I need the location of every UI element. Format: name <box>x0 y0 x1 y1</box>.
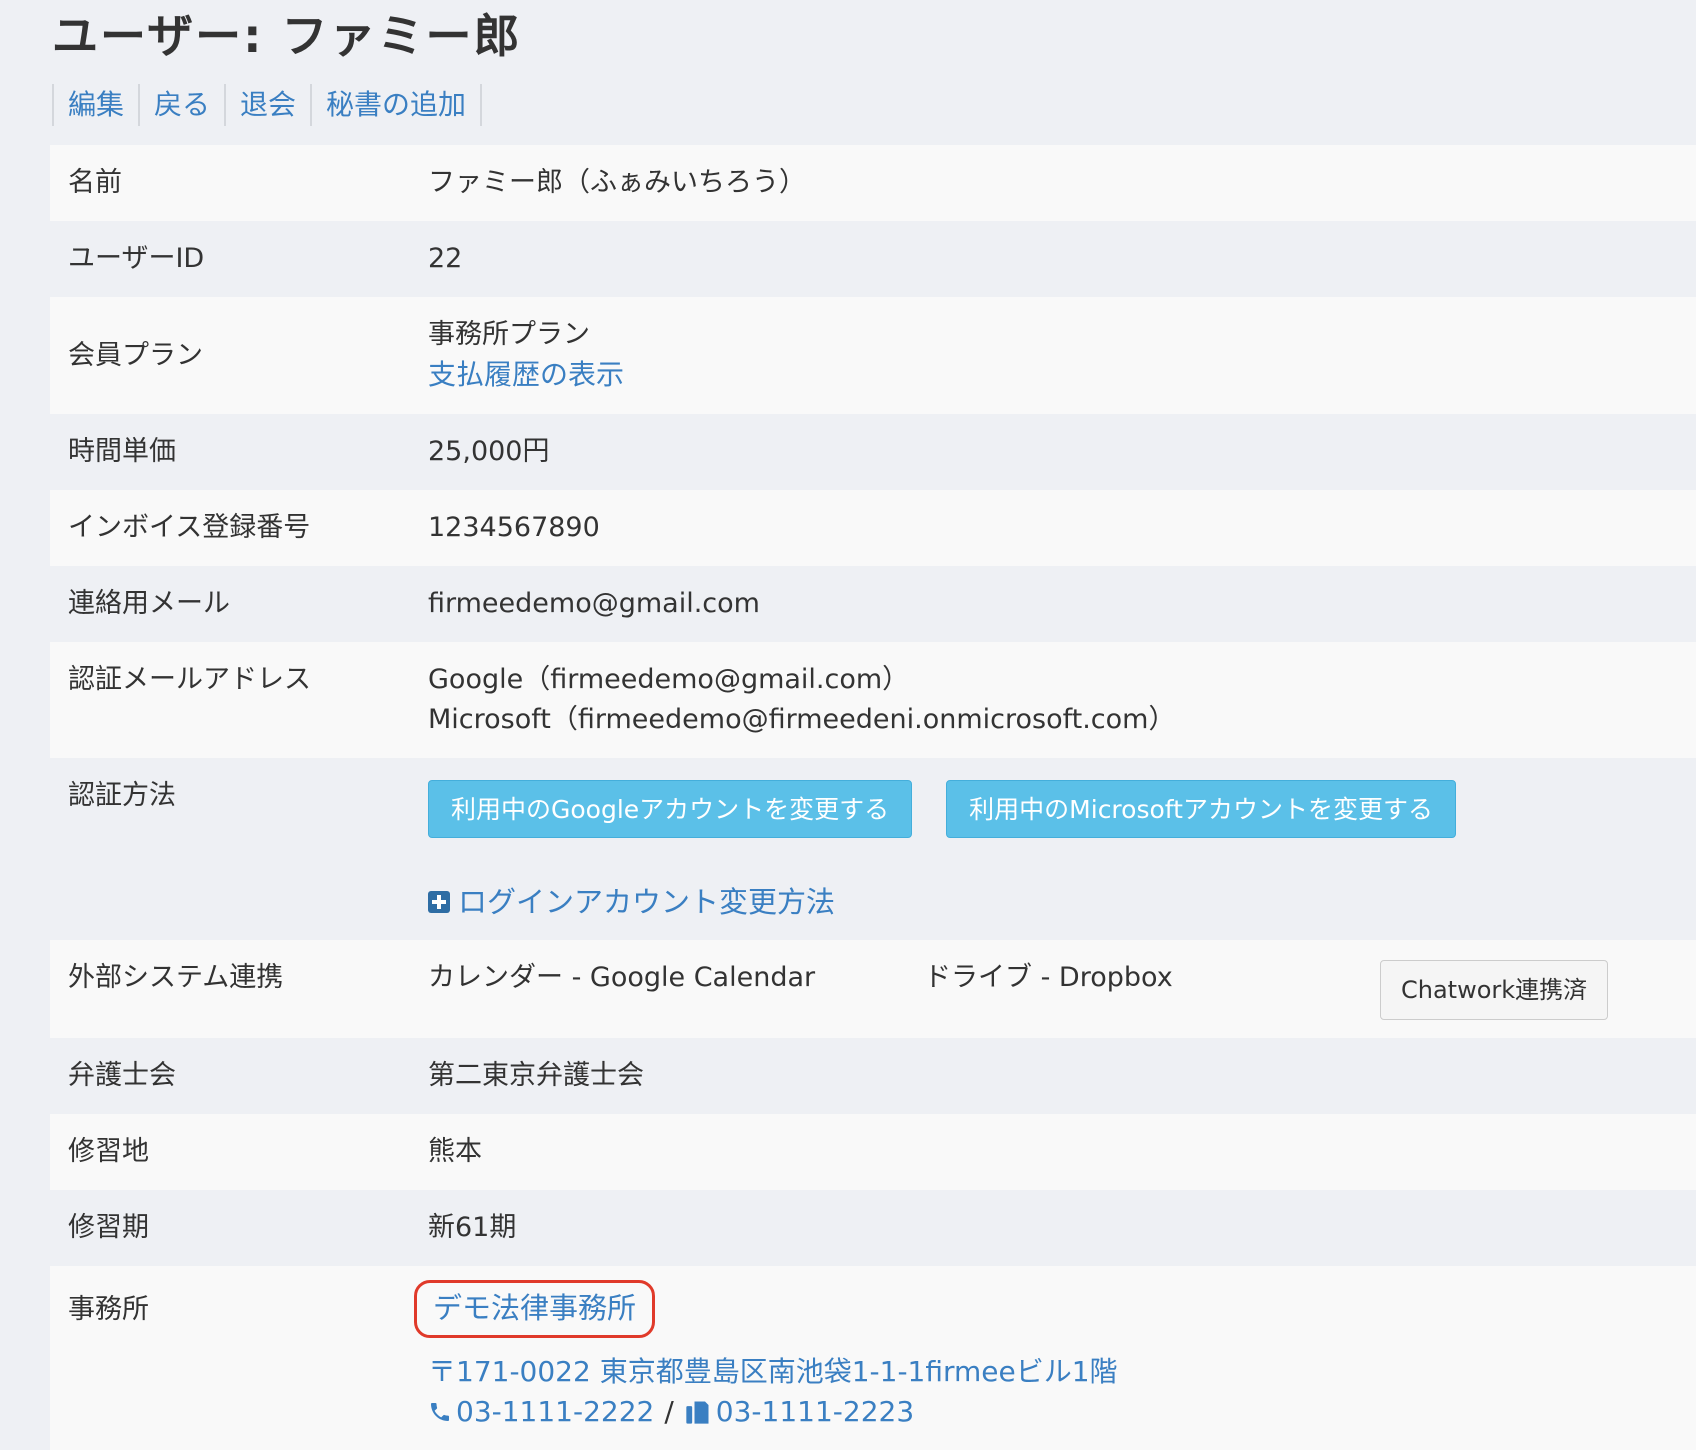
row-plan: 会員プラン 事務所プラン 支払履歴の表示 <box>50 297 1696 414</box>
row-label: 時間単価 <box>50 414 410 490</box>
row-name: 名前 ファミー郎（ふぁみいちろう） <box>50 145 1696 221</box>
phone-icon <box>431 1403 449 1421</box>
office-contact: 03-1111-2222 / 03-1111-2223 <box>428 1392 1678 1432</box>
row-auth-email: 認証メールアドレス Google（firmeedemo@gmail.com） M… <box>50 642 1696 758</box>
external-systems-cell: カレンダー - Google Calendar ドライブ - Dropbox C… <box>410 940 1696 1038</box>
row-label: 認証方法 <box>50 758 410 940</box>
contact-email-value: firmeedemo@gmail.com <box>410 566 1696 642</box>
row-bar-association: 弁護士会 第二東京弁護士会 <box>50 1038 1696 1114</box>
row-label: 事務所 <box>50 1266 410 1450</box>
row-label: 弁護士会 <box>50 1038 410 1114</box>
training-term-value: 新61期 <box>410 1190 1696 1266</box>
office-cell: デモ法律事務所 〒171-0022 東京都豊島区南池袋1-1-1firmeeビル… <box>410 1266 1696 1450</box>
row-external-systems: 外部システム連携 カレンダー - Google Calendar ドライブ - … <box>50 940 1696 1038</box>
row-user-id: ユーザーID 22 <box>50 221 1696 297</box>
auth-email-google: Google（firmeedemo@gmail.com） <box>428 664 910 695</box>
bar-association-value: 第二東京弁護士会 <box>410 1038 1696 1114</box>
row-office: 事務所 デモ法律事務所 〒171-0022 東京都豊島区南池袋1-1-1firm… <box>50 1266 1696 1450</box>
row-label: 修習期 <box>50 1190 410 1266</box>
row-hourly-rate: 時間単価 25,000円 <box>50 414 1696 490</box>
plan-cell: 事務所プラン 支払履歴の表示 <box>410 297 1696 414</box>
row-label: 認証メールアドレス <box>50 642 410 758</box>
calendar-integration: カレンダー - Google Calendar <box>428 962 816 993</box>
row-label: 外部システム連携 <box>50 940 410 1038</box>
back-link[interactable]: 戻る <box>138 84 224 126</box>
user-info-table: 名前 ファミー郎（ふぁみいちろう） ユーザーID 22 会員プラン 事務所プラン… <box>50 145 1696 1450</box>
user-name-value: ファミー郎（ふぁみいちろう） <box>410 145 1696 221</box>
row-auth-method: 認証方法 利用中のGoogleアカウントを変更する 利用中のMicrosoftアカ… <box>50 758 1696 940</box>
office-name-link[interactable]: デモ法律事務所 <box>433 1291 636 1325</box>
user-detail-page: ユーザー: ファミー郎 編集 戻る 退会 秘書の追加 名前 ファミー郎（ふぁみい… <box>0 0 1696 1450</box>
edit-link[interactable]: 編集 <box>52 84 138 126</box>
office-address-link[interactable]: 〒171-0022 東京都豊島区南池袋1-1-1firmeeビル1階 <box>428 1352 1678 1392</box>
training-place-value: 熊本 <box>410 1114 1696 1190</box>
hourly-rate-value: 25,000円 <box>410 414 1696 490</box>
row-label: 会員プラン <box>50 297 410 414</box>
drive-integration: ドライブ - Dropbox <box>924 962 1173 993</box>
auth-email-cell: Google（firmeedemo@gmail.com） Microsoft（f… <box>410 642 1696 758</box>
row-training-place: 修習地 熊本 <box>50 1114 1696 1190</box>
row-contact-email: 連絡用メール firmeedemo@gmail.com <box>50 566 1696 642</box>
user-id-value: 22 <box>410 221 1696 297</box>
office-highlight: デモ法律事務所 <box>414 1280 656 1338</box>
row-label: 修習地 <box>50 1114 410 1190</box>
login-account-help-link[interactable]: ログインアカウント変更方法 <box>428 882 1678 922</box>
office-tel-link[interactable]: 03-1111-2222 <box>456 1392 654 1432</box>
payment-history-link[interactable]: 支払履歴の表示 <box>428 358 624 391</box>
change-microsoft-account-button[interactable]: 利用中のMicrosoftアカウントを変更する <box>946 780 1456 838</box>
row-training-term: 修習期 新61期 <box>50 1190 1696 1266</box>
row-label: インボイス登録番号 <box>50 490 410 566</box>
plus-square-icon <box>428 891 450 913</box>
change-google-account-button[interactable]: 利用中のGoogleアカウントを変更する <box>428 780 913 838</box>
auth-email-microsoft: Microsoft（firmeedemo@firmeedeni.onmicros… <box>428 704 1176 735</box>
login-account-help-label: ログインアカウント変更方法 <box>458 885 836 919</box>
page-title: ユーザー: ファミー郎 <box>52 9 522 63</box>
contact-separator: / <box>664 1395 674 1428</box>
fax-icon <box>686 1401 709 1424</box>
row-label: 連絡用メール <box>50 566 410 642</box>
withdraw-link[interactable]: 退会 <box>224 84 310 126</box>
add-secretary-link[interactable]: 秘書の追加 <box>310 84 483 126</box>
auth-method-cell: 利用中のGoogleアカウントを変更する 利用中のMicrosoftアカウントを変… <box>410 758 1696 940</box>
row-label: 名前 <box>50 145 410 221</box>
auth-buttons: 利用中のGoogleアカウントを変更する 利用中のMicrosoftアカウントを変… <box>428 776 1678 852</box>
chatwork-button[interactable]: Chatwork連携済 <box>1380 960 1609 1020</box>
row-invoice-number: インボイス登録番号 1234567890 <box>50 490 1696 566</box>
invoice-number-value: 1234567890 <box>410 490 1696 566</box>
office-fax-link[interactable]: 03-1111-2223 <box>716 1392 914 1432</box>
row-label: ユーザーID <box>50 221 410 297</box>
action-links: 編集 戻る 退会 秘書の追加 <box>52 84 483 126</box>
plan-value: 事務所プラン <box>428 319 590 350</box>
